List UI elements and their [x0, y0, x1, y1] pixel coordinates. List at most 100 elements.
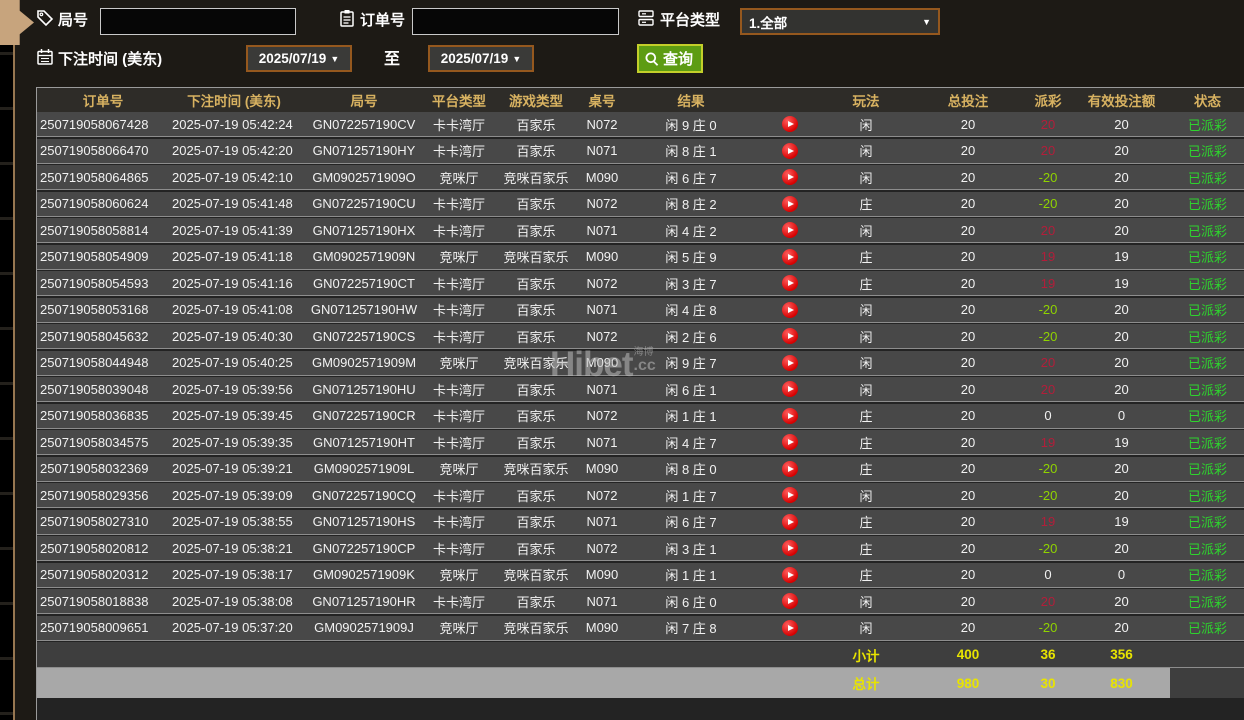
replay-button[interactable]: [782, 275, 798, 291]
cell-game-type: 竞咪百家乐: [489, 247, 583, 266]
cell-status: 已派彩: [1170, 353, 1244, 372]
cell-valid-bet: 20: [1073, 117, 1170, 132]
cell-result: 闲 1 庄 7: [621, 486, 761, 505]
cell-payout: -20: [1023, 488, 1073, 503]
replay-button[interactable]: [782, 116, 798, 132]
cell-game-type: 百家乐: [489, 433, 583, 452]
replay-button[interactable]: [782, 620, 798, 636]
cell-status: 已派彩: [1170, 539, 1244, 558]
cell-bet-time: 2025-07-19 05:40:30: [169, 329, 299, 344]
cell-game-id: GM0902571909M: [299, 355, 429, 370]
cell-total-bet: 20: [913, 382, 1023, 397]
replay-button[interactable]: [782, 408, 798, 424]
collapsed-sidebar: [0, 0, 13, 720]
replay-button[interactable]: [782, 461, 798, 477]
replay-button[interactable]: [782, 593, 798, 609]
cell-payout: -20: [1023, 170, 1073, 185]
cell-order-id: 250719058053168: [37, 302, 169, 317]
cell-replay: [761, 487, 819, 503]
replay-button[interactable]: [782, 143, 798, 159]
cell-bet-time: 2025-07-19 05:37:20: [169, 620, 299, 635]
cell-bet-time: 2025-07-19 05:41:48: [169, 196, 299, 211]
cell-valid-bet: 20: [1073, 355, 1170, 370]
replay-button[interactable]: [782, 169, 798, 185]
cell-payout: 20: [1023, 594, 1073, 609]
cell-order-id: 250719058044948: [37, 355, 169, 370]
query-button[interactable]: 查询: [637, 44, 703, 73]
replay-button[interactable]: [782, 487, 798, 503]
date-to-select[interactable]: 2025/07/19 ▼: [428, 45, 534, 72]
cell-play: 闲: [819, 168, 913, 187]
cell-status: 已派彩: [1170, 327, 1244, 346]
tag-icon: [36, 9, 54, 27]
header-payout: 派彩: [1023, 90, 1073, 110]
cell-platform: 竞咪厅: [429, 168, 489, 187]
cell-play: 闲: [819, 327, 913, 346]
cell-replay: [761, 249, 819, 265]
order-no-input[interactable]: [412, 8, 619, 35]
replay-button[interactable]: [782, 355, 798, 371]
table-row: 2507190580606242025-07-19 05:41:48GN0722…: [37, 192, 1244, 217]
cell-play: 庄: [819, 406, 913, 425]
cell-payout: -20: [1023, 302, 1073, 317]
calendar-icon: [36, 48, 54, 66]
cell-replay: [761, 461, 819, 477]
cell-payout: -20: [1023, 196, 1073, 211]
header-game-id: 局号: [299, 90, 429, 110]
cell-play: 庄: [819, 247, 913, 266]
replay-button[interactable]: [782, 196, 798, 212]
cell-bet-time: 2025-07-19 05:42:10: [169, 170, 299, 185]
date-to-value: 2025/07/19: [441, 51, 509, 66]
cell-platform: 卡卡湾厅: [429, 115, 489, 134]
cell-total-bet: 20: [913, 329, 1023, 344]
replay-button[interactable]: [782, 540, 798, 556]
replay-button[interactable]: [782, 567, 798, 583]
cell-game-type: 百家乐: [489, 380, 583, 399]
summary-spacer: [429, 668, 489, 698]
cell-replay: [761, 408, 819, 424]
replay-button[interactable]: [782, 434, 798, 450]
cell-game-type: 竞咪百家乐: [489, 353, 583, 372]
cell-payout: 19: [1023, 249, 1073, 264]
cell-play: 闲: [819, 486, 913, 505]
cell-payout: 20: [1023, 143, 1073, 158]
cell-status: 已派彩: [1170, 592, 1244, 611]
cell-replay: [761, 355, 819, 371]
cell-status: 已派彩: [1170, 247, 1244, 266]
cell-platform: 卡卡湾厅: [429, 592, 489, 611]
cell-payout: 0: [1023, 408, 1073, 423]
platform-type-select[interactable]: 1.全部 ▼: [740, 8, 940, 35]
cell-play: 庄: [819, 194, 913, 213]
replay-button[interactable]: [782, 328, 798, 344]
cell-game-type: 竞咪百家乐: [489, 565, 583, 584]
cell-table-no: N071: [583, 594, 621, 609]
game-no-input[interactable]: [100, 8, 296, 35]
chevron-down-icon: ▼: [922, 17, 931, 27]
cell-result: 闲 9 庄 7: [621, 353, 761, 372]
cell-table-no: N072: [583, 329, 621, 344]
cell-play: 庄: [819, 539, 913, 558]
cell-bet-time: 2025-07-19 05:41:18: [169, 249, 299, 264]
cell-game-type: 百家乐: [489, 486, 583, 505]
cell-order-id: 250719058020812: [37, 541, 169, 556]
replay-button[interactable]: [782, 222, 798, 238]
cell-payout: -20: [1023, 620, 1073, 635]
cell-result: 闲 9 庄 0: [621, 115, 761, 134]
date-from-select[interactable]: 2025/07/19 ▼: [246, 45, 352, 72]
cell-replay: [761, 302, 819, 318]
cell-order-id: 250719058054593: [37, 276, 169, 291]
cell-game-type: 百家乐: [489, 512, 583, 531]
chevron-down-icon: ▼: [330, 54, 339, 64]
replay-button[interactable]: [782, 381, 798, 397]
summary-total-bet: 400: [913, 647, 1023, 662]
replay-button[interactable]: [782, 302, 798, 318]
cell-table-no: N072: [583, 276, 621, 291]
cell-valid-bet: 20: [1073, 302, 1170, 317]
cell-play: 闲: [819, 221, 913, 240]
cell-platform: 卡卡湾厅: [429, 486, 489, 505]
replay-button[interactable]: [782, 249, 798, 265]
replay-button[interactable]: [782, 514, 798, 530]
cell-order-id: 250719058034575: [37, 435, 169, 450]
cell-total-bet: 20: [913, 117, 1023, 132]
header-valid-bet: 有效投注额: [1073, 90, 1170, 110]
